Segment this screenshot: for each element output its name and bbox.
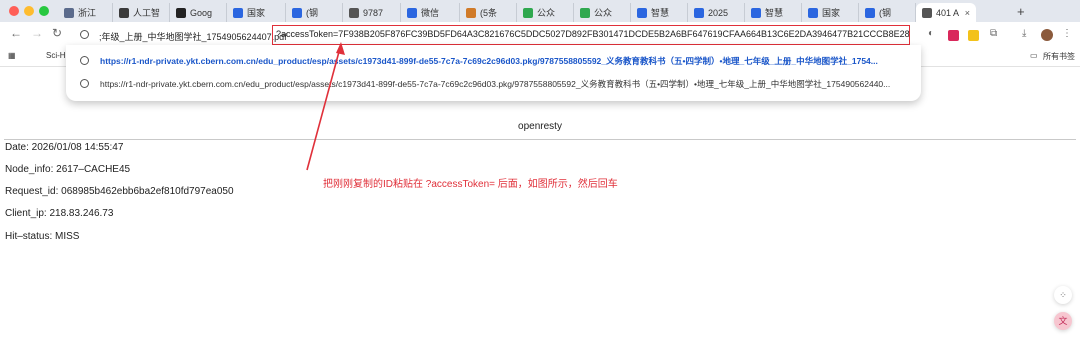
new-tab-button[interactable]: + xyxy=(1017,4,1025,19)
tab-label: (5条 xyxy=(480,8,498,18)
bird-icon xyxy=(64,7,74,18)
close-tab-icon[interactable]: × xyxy=(965,8,970,18)
site-info-icon[interactable] xyxy=(80,30,89,39)
tab-label: Goog xyxy=(190,7,213,18)
request-id-line: Request_id: 068985b462ebb6ba2ef810fd797e… xyxy=(5,186,234,197)
globe-icon xyxy=(349,7,359,18)
suggestion-item[interactable]: https://r1-ndr-private.ykt.cbern.com.cn/… xyxy=(100,78,890,90)
black-square-icon xyxy=(176,7,186,18)
grid-icon[interactable]: ⁘ xyxy=(1054,286,1072,304)
client-ip-line: Client_ip: 218.83.246.73 xyxy=(5,208,114,219)
tab-item[interactable]: 浙江 xyxy=(58,3,113,22)
close-window-icon[interactable] xyxy=(9,6,19,16)
recycle-icon xyxy=(523,7,533,18)
all-bookmarks[interactable]: 所有书签 xyxy=(1043,51,1075,62)
tab-label: 微信 xyxy=(421,8,440,18)
paw-icon xyxy=(407,7,417,18)
extensions-icon[interactable]: ⧉ xyxy=(990,28,997,39)
tab-item[interactable]: Goog xyxy=(170,3,227,22)
paw-icon xyxy=(751,7,761,18)
tab-item[interactable]: 公众 xyxy=(517,3,574,22)
tab-label: (钢 xyxy=(879,8,891,18)
date-line: Date: 2026/01/08 14:55:47 xyxy=(5,142,124,153)
tab-item[interactable]: (5条 xyxy=(460,3,517,22)
bookmark-sci-h[interactable]: Sci-H xyxy=(46,51,66,60)
doc-icon xyxy=(694,7,704,18)
tab-item[interactable]: 微信 xyxy=(401,3,460,22)
back-icon[interactable]: ← xyxy=(10,26,22,40)
server-name: openresty xyxy=(518,121,562,132)
tab-item[interactable]: 国家 xyxy=(802,3,859,22)
tab-strip: 浙江 人工智 Goog 国家 (钢 9787 微信 (5条 公众 公众 智慧 2025 智慧 国家 (钢 40… xyxy=(0,0,1080,22)
blue-app-icon xyxy=(292,7,302,18)
tab-item[interactable]: (钢 xyxy=(859,3,916,22)
tab-item[interactable]: 智慧 xyxy=(745,3,802,22)
hit-status-line: Hit–status: MISS xyxy=(5,231,80,242)
menu-icon[interactable]: ⋮ xyxy=(1062,28,1072,39)
translate-icon[interactable]: 文 xyxy=(1054,312,1072,330)
globe-icon xyxy=(80,56,89,65)
download-icon[interactable]: ⤓ xyxy=(1022,28,1026,39)
node-info-line: Node_info: 2617–CACHE45 xyxy=(5,164,131,175)
tab-label: 公众 xyxy=(594,8,613,18)
tab-label: 公众 xyxy=(537,8,556,18)
globe-icon xyxy=(922,7,932,18)
globe-icon xyxy=(80,79,89,88)
tab-label: 人工智 xyxy=(133,8,161,18)
tab-item[interactable]: 公众 xyxy=(574,3,631,22)
blue-app-icon xyxy=(233,7,243,18)
tab-label: 国家 xyxy=(247,8,266,18)
maximize-window-icon[interactable] xyxy=(39,6,49,16)
tab-label: (钢 xyxy=(306,8,318,18)
tab-label: 智慧 xyxy=(765,8,784,18)
tab-item[interactable]: 国家 xyxy=(227,3,286,22)
tab-label: 浙江 xyxy=(78,8,97,18)
tab-label: 2025 xyxy=(708,7,729,18)
chevron-icon xyxy=(466,7,476,18)
blue-app-icon xyxy=(808,7,818,18)
suggestion-item[interactable]: https://r1-ndr-private.ykt.cbern.com.cn/… xyxy=(100,55,878,67)
tab-label: 401 A xyxy=(936,7,960,18)
extension-yellow-icon[interactable] xyxy=(968,30,979,41)
tab-label: 智慧 xyxy=(651,8,670,18)
cast-icon[interactable]: ◐ xyxy=(928,28,934,39)
access-token-highlight[interactable]: ?accessToken=7F938B205F876FC39BD5FD64A3C… xyxy=(272,25,910,45)
tab-label: 9787 xyxy=(363,7,384,18)
recycle-icon xyxy=(580,7,590,18)
reload-icon[interactable]: ↻ xyxy=(52,26,62,40)
tab-item[interactable]: 人工智 xyxy=(113,3,170,22)
extension-red-icon[interactable] xyxy=(948,30,959,41)
paw-icon xyxy=(637,7,647,18)
address-bar-input[interactable]: ;年级_上册_中华地图学社_1754905624407.pdf xyxy=(99,30,287,43)
tab-item[interactable]: 2025 xyxy=(688,3,745,22)
folder-icon: ▭ xyxy=(1030,51,1038,60)
gear-icon xyxy=(119,7,129,18)
tab-item[interactable]: 9787 xyxy=(343,3,401,22)
avatar[interactable] xyxy=(1041,29,1053,41)
blue-app-icon xyxy=(865,7,875,18)
apps-icon[interactable]: ▦ xyxy=(8,51,16,60)
minimize-window-icon[interactable] xyxy=(24,6,34,16)
annotation-text: 把刚刚复制的ID粘贴在 ?accessToken= 后面，如图所示，然后回车 xyxy=(323,179,618,190)
omnibox-suggestions: https://r1-ndr-private.ykt.cbern.com.cn/… xyxy=(66,45,921,101)
tab-label: 国家 xyxy=(822,8,841,18)
tab-item[interactable]: (钢 xyxy=(286,3,343,22)
divider xyxy=(4,139,1076,140)
tab-item[interactable]: 智慧 xyxy=(631,3,688,22)
tab-item[interactable]: 401 A × xyxy=(916,3,976,22)
forward-icon[interactable]: → xyxy=(31,26,43,40)
